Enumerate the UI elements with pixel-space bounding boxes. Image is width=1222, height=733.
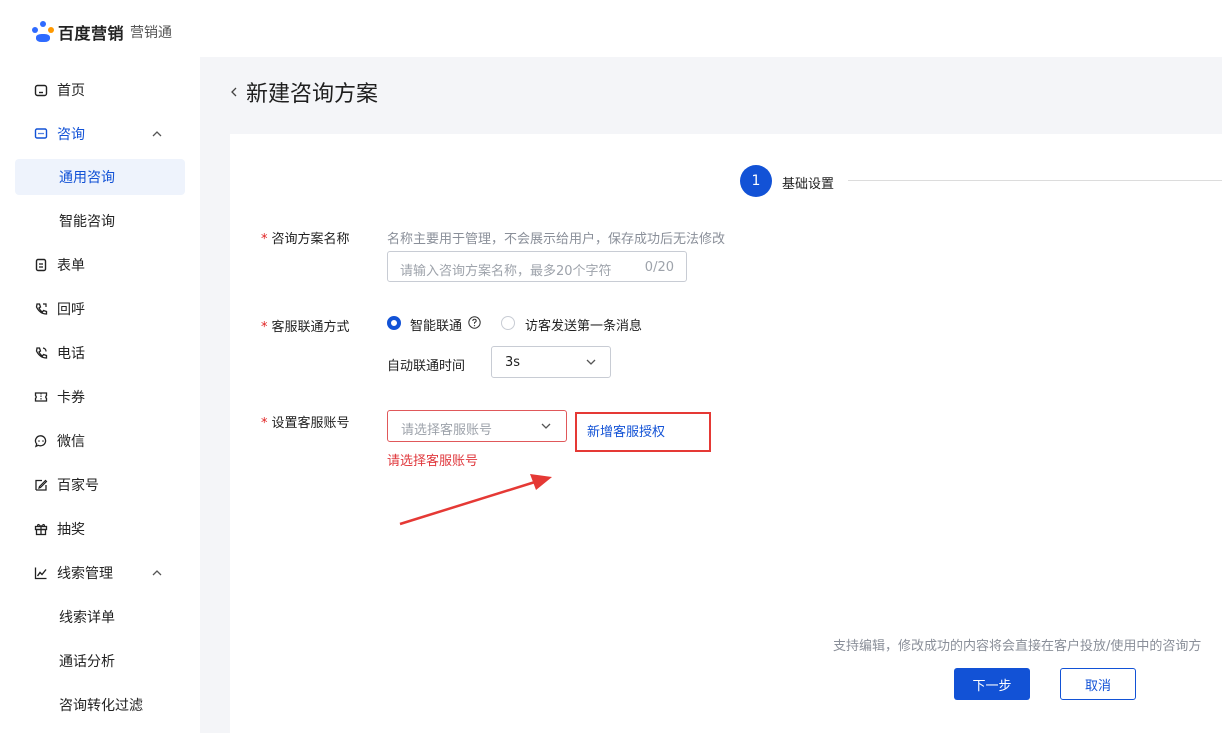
wechat-icon bbox=[34, 434, 48, 448]
auto-connect-time-label: 自动联通时间 bbox=[387, 359, 466, 374]
question-help-icon[interactable] bbox=[468, 316, 481, 329]
chevron-up-icon bbox=[152, 131, 162, 137]
sidebar-item-form[interactable]: 表单 bbox=[15, 247, 185, 283]
sidebar-item-label: 百家号 bbox=[57, 478, 99, 494]
sidebar-item-wechat[interactable]: 微信 bbox=[15, 423, 185, 459]
sidebar-item-home[interactable]: 首页 bbox=[15, 72, 185, 108]
sidebar-item-coupon[interactable]: 卡券 bbox=[15, 379, 185, 415]
sidebar-item-smart-consult[interactable]: 智能咨询 bbox=[15, 203, 185, 239]
sidebar-item-label: 咨询转化过滤 bbox=[59, 698, 143, 714]
step-number: 1 bbox=[740, 165, 772, 197]
sidebar-item-label: 回呼 bbox=[57, 302, 85, 318]
ticket-icon bbox=[34, 390, 48, 404]
sidebar-item-label: 咨询 bbox=[57, 127, 85, 143]
radio-visitor-first-message[interactable] bbox=[501, 316, 515, 330]
chat-icon bbox=[34, 127, 48, 141]
account-label: * 设置客服账号 bbox=[261, 416, 350, 431]
page-title: 新建咨询方案 bbox=[246, 82, 379, 107]
baidu-paw-icon bbox=[32, 21, 54, 43]
add-service-auth-link[interactable]: 新增客服授权 bbox=[587, 421, 665, 440]
sidebar-item-label: 线索管理 bbox=[57, 566, 113, 582]
form-icon bbox=[34, 258, 48, 272]
top-bar bbox=[200, 0, 1222, 57]
sidebar-item-label: 抽奖 bbox=[57, 522, 85, 538]
sidebar-item-lottery[interactable]: 抽奖 bbox=[15, 511, 185, 547]
auto-connect-time-value: 3s bbox=[505, 355, 521, 370]
page-header: 新建咨询方案 bbox=[228, 76, 378, 108]
cancel-button[interactable]: 取消 bbox=[1060, 668, 1136, 700]
plan-name-input[interactable]: 请输入咨询方案名称，最多20个字符 0/20 bbox=[387, 251, 687, 282]
sidebar-item-label: 智能咨询 bbox=[59, 214, 115, 230]
step-connector bbox=[848, 180, 1222, 181]
radio-smart-connect-label[interactable]: 智能联通 bbox=[410, 315, 462, 334]
back-chevron-icon[interactable] bbox=[228, 86, 240, 98]
brand-logo[interactable]: 百度营销 营销通 bbox=[32, 20, 172, 44]
sidebar-item-label: 首页 bbox=[57, 83, 85, 99]
sidebar-item-general-consult[interactable]: 通用咨询 bbox=[15, 159, 185, 195]
service-account-placeholder: 请选择客服账号 bbox=[401, 423, 493, 438]
plan-name-placeholder: 请输入咨询方案名称，最多20个字符 bbox=[400, 264, 612, 279]
chevron-down-icon bbox=[541, 423, 551, 429]
account-error-message: 请选择客服账号 bbox=[387, 454, 479, 469]
sidebar-item-label: 电话 bbox=[57, 346, 85, 362]
annotation-arrow bbox=[399, 474, 552, 526]
sidebar-item-label: 表单 bbox=[57, 258, 85, 274]
sidebar-item-call-analysis[interactable]: 通话分析 bbox=[15, 643, 185, 679]
name-field-hint: 名称主要用于管理，不会展示给用户，保存成功后无法修改 bbox=[387, 232, 726, 247]
sidebar-item-label: 线索详单 bbox=[59, 610, 115, 626]
radio-smart-connect[interactable] bbox=[387, 316, 401, 330]
sidebar-item-callback[interactable]: 回呼 bbox=[15, 291, 185, 327]
next-step-button[interactable]: 下一步 bbox=[954, 668, 1030, 700]
chevron-down-icon bbox=[586, 359, 596, 365]
sidebar: 百度营销 营销通 首页 咨询 通用咨询 智能咨询 表单 回呼 电话 卡券 微信 … bbox=[0, 0, 200, 733]
sidebar-item-leads[interactable]: 线索管理 bbox=[15, 555, 185, 591]
edit-icon bbox=[34, 478, 48, 492]
phone-callback-icon bbox=[34, 302, 48, 316]
sidebar-item-label: 微信 bbox=[57, 434, 85, 450]
brand-product: 营销通 bbox=[130, 25, 173, 41]
home-icon bbox=[34, 83, 48, 97]
auto-connect-time-select[interactable]: 3s bbox=[491, 346, 611, 378]
sidebar-item-lead-details[interactable]: 线索详单 bbox=[15, 599, 185, 635]
char-counter: 0/20 bbox=[644, 260, 674, 275]
name-field-label: * 咨询方案名称 bbox=[261, 232, 350, 247]
gift-icon bbox=[34, 522, 48, 536]
chart-icon bbox=[34, 566, 48, 580]
phone-icon bbox=[34, 346, 48, 360]
contact-method-label: * 客服联通方式 bbox=[261, 320, 350, 335]
sidebar-item-consult[interactable]: 咨询 bbox=[15, 116, 185, 152]
footer-note: 支持编辑，修改成功的内容将会直接在客户投放/使用中的咨询方 bbox=[833, 639, 1202, 654]
brand-name: 百度营销 bbox=[58, 24, 125, 43]
sidebar-item-baijiahao[interactable]: 百家号 bbox=[15, 467, 185, 503]
sidebar-item-label: 卡券 bbox=[57, 390, 85, 406]
sidebar-item-label: 通用咨询 bbox=[59, 170, 115, 186]
step-label: 基础设置 bbox=[782, 177, 835, 192]
sidebar-item-conversion-filter[interactable]: 咨询转化过滤 bbox=[15, 687, 185, 723]
radio-visitor-first-message-label[interactable]: 访客发送第一条消息 bbox=[525, 315, 642, 334]
service-account-select[interactable]: 请选择客服账号 bbox=[387, 410, 567, 442]
sidebar-item-label: 通话分析 bbox=[59, 654, 115, 670]
sidebar-item-phone[interactable]: 电话 bbox=[15, 335, 185, 371]
chevron-up-icon bbox=[152, 570, 162, 576]
